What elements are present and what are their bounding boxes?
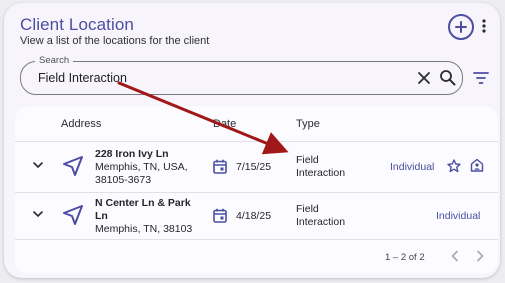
home-person-icon[interactable]: [470, 158, 484, 172]
type-cell: Field Interaction: [296, 154, 345, 180]
type-line1: Field: [296, 203, 319, 215]
address-line2: Memphis, TN, USA,: [95, 161, 188, 173]
chevron-left-icon[interactable]: [448, 249, 462, 263]
type-line1: Field: [296, 154, 319, 166]
client-location-card: Client Location View a list of the locat…: [4, 3, 500, 278]
row-divider: [15, 192, 498, 193]
type-line2: Interaction: [296, 167, 346, 179]
column-header-address: Address: [61, 118, 102, 130]
header-divider: [15, 141, 498, 142]
star-outline-icon[interactable]: [447, 159, 461, 173]
add-location-button[interactable]: [448, 14, 474, 40]
search-input[interactable]: [38, 69, 368, 87]
date-cell: 7/15/25: [236, 161, 272, 173]
calendar-icon: [213, 208, 227, 223]
type-line2: Interaction: [296, 216, 346, 228]
address-cell: 228 Iron Ivy Ln Memphis, TN, USA, 38105-…: [95, 148, 188, 187]
navigation-arrow-icon: [63, 205, 83, 225]
column-header-type: Type: [296, 118, 320, 130]
date-cell: 4/18/25: [236, 210, 272, 222]
search-field[interactable]: Search: [20, 55, 463, 95]
chevron-down-icon[interactable]: [32, 159, 44, 171]
column-header-date: Date: [213, 118, 237, 130]
page-title: Client Location: [20, 15, 134, 34]
search-icon[interactable]: [439, 69, 456, 86]
address-line2: Ln: [95, 210, 108, 222]
locations-table: Address Date Type 228 Iron Ivy Ln Memphi…: [15, 106, 498, 274]
page-subtitle: View a list of the locations for the cli…: [20, 35, 210, 47]
close-icon[interactable]: [417, 71, 431, 85]
address-line1: N Center Ln & Park: [95, 197, 191, 209]
more-vert-icon: [482, 19, 486, 33]
individual-link[interactable]: Individual: [390, 161, 434, 173]
pagination-range: 1 – 2 of 2: [385, 252, 425, 263]
more-options-button[interactable]: [479, 15, 489, 37]
address-line3: Memphis, TN, 38103: [95, 223, 193, 235]
address-cell: N Center Ln & Park Ln Memphis, TN, 38103: [95, 197, 192, 236]
address-line3: 38105-3673: [95, 174, 152, 186]
calendar-icon: [213, 159, 227, 174]
navigation-arrow-icon: [63, 156, 83, 176]
type-cell: Field Interaction: [296, 203, 345, 229]
add-circle-icon: [455, 21, 467, 33]
row-divider: [15, 239, 498, 240]
individual-link[interactable]: Individual: [436, 210, 480, 222]
chevron-right-icon[interactable]: [473, 249, 487, 263]
filter-icon[interactable]: [473, 70, 489, 86]
chevron-down-icon[interactable]: [32, 208, 44, 220]
search-label: Search: [35, 55, 74, 66]
address-line1: 228 Iron Ivy Ln: [95, 148, 169, 160]
